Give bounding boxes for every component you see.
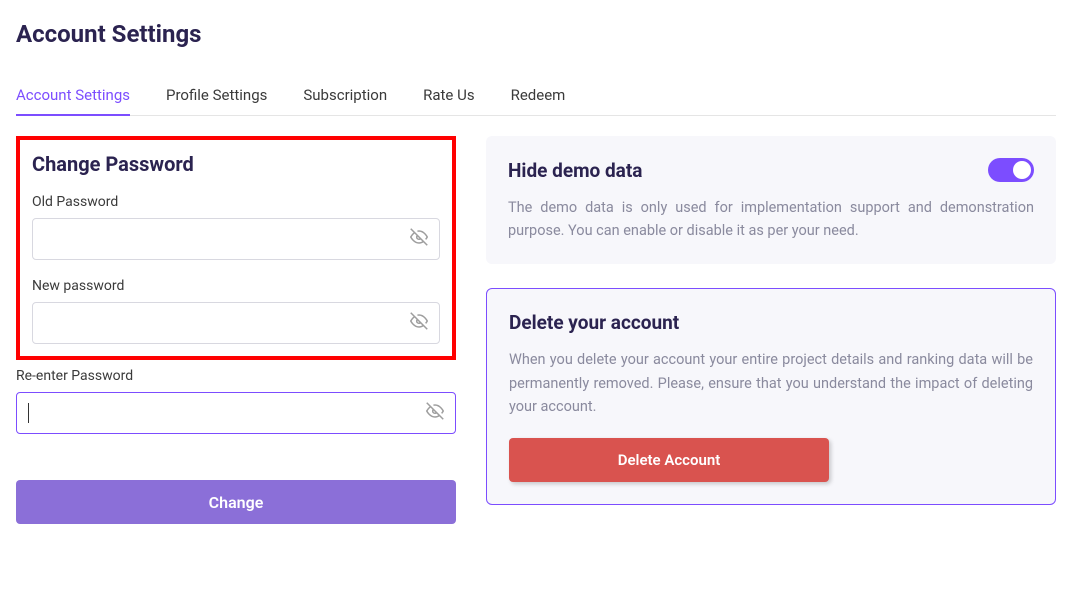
tab-subscription[interactable]: Subscription (303, 76, 387, 116)
tab-redeem[interactable]: Redeem (511, 76, 566, 116)
hide-demo-text: The demo data is only used for implement… (508, 196, 1034, 242)
reenter-password-input[interactable] (16, 392, 456, 434)
new-password-label: New password (32, 278, 440, 294)
hide-demo-card: Hide demo data The demo data is only use… (486, 136, 1056, 264)
page-title: Account Settings (16, 20, 1056, 48)
old-password-label: Old Password (32, 194, 440, 210)
tabs-bar: Account Settings Profile Settings Subscr… (16, 76, 1056, 116)
reenter-password-label: Re-enter Password (16, 368, 456, 384)
change-button[interactable]: Change (16, 480, 456, 524)
hide-demo-toggle[interactable] (988, 158, 1034, 182)
tab-rate-us[interactable]: Rate Us (423, 76, 474, 116)
delete-account-card: Delete your account When you delete your… (486, 288, 1056, 505)
tab-account-settings[interactable]: Account Settings (16, 76, 130, 116)
eye-off-icon[interactable] (410, 312, 428, 334)
change-password-highlight: Change Password Old Password New passwor… (16, 136, 456, 360)
tab-profile-settings[interactable]: Profile Settings (166, 76, 267, 116)
delete-account-text: When you delete your account your entire… (509, 348, 1033, 418)
text-cursor (28, 403, 29, 423)
eye-off-icon[interactable] (426, 402, 444, 424)
new-password-input[interactable] (32, 302, 440, 344)
toggle-knob (1013, 161, 1031, 179)
old-password-input[interactable] (32, 218, 440, 260)
delete-account-title: Delete your account (509, 311, 1033, 334)
change-password-heading: Change Password (32, 152, 440, 176)
delete-account-button[interactable]: Delete Account (509, 438, 829, 482)
eye-off-icon[interactable] (410, 228, 428, 250)
hide-demo-title: Hide demo data (508, 159, 642, 182)
